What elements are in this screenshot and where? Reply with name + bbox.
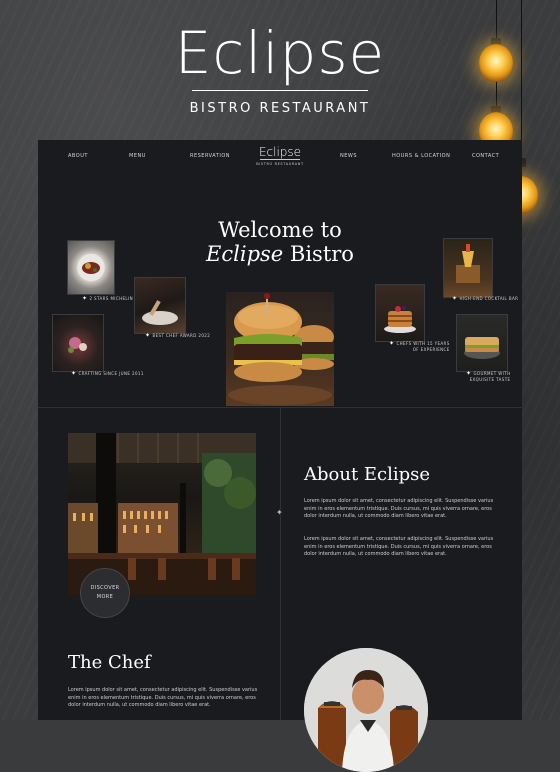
caption-text: HIGH-END COCKTAIL BAR — [459, 296, 519, 301]
hero-logo: Eclipse BISTRO RESTAURANT — [0, 18, 560, 116]
chef-paragraph-1: Lorem ipsum dolor sit amet, consectetur … — [68, 687, 258, 708]
feature-caption-cocktail-bar: ✦ HIGH-END COCKTAIL BAR — [452, 295, 518, 302]
hero-logo-rule — [192, 90, 368, 91]
about-title: About Eclipse — [304, 464, 431, 485]
discover-line2: MORE — [96, 594, 114, 600]
star-icon: ✦ — [452, 295, 458, 302]
welcome-line1: Welcome to — [218, 218, 342, 242]
welcome-italic: Eclipse — [206, 242, 284, 266]
caption-text: CRAFTING SINCE JUNE 2011 — [78, 371, 144, 376]
hero-logo-tagline: BISTRO RESTAURANT — [189, 101, 371, 116]
feature-caption-best-chef: ✦ BEST CHEF AWARD 2022 — [145, 332, 210, 339]
plating-illustration — [142, 300, 178, 325]
feature-caption-crafting: ✦ CRAFTING SINCE JUNE 2011 — [71, 370, 144, 377]
nav-item-about[interactable]: ABOUT — [68, 153, 88, 159]
nav-item-reservation[interactable]: RESERVATION — [190, 153, 230, 159]
cocktail-illustration — [456, 244, 480, 283]
feature-caption-michelin: ✦ 2 STARS MICHELIN — [82, 295, 133, 302]
welcome-line2: Eclipse Bistro — [188, 242, 372, 266]
nav-item-contact[interactable]: CONTACT — [472, 153, 499, 159]
dish-illustration — [82, 262, 100, 274]
section-divider-vertical — [280, 408, 281, 720]
website-mockup: ABOUT MENU RESERVATION Eclipse BISTRO RE… — [38, 140, 522, 772]
caption-text: GOURMET WITH — [473, 371, 511, 376]
feature-photo-plated-dish — [67, 240, 115, 295]
caption-text: BEST CHEF AWARD 2022 — [152, 333, 211, 338]
welcome-rest: Bistro — [283, 242, 354, 266]
star-icon: ✦ — [466, 370, 472, 377]
pancakes-illustration — [384, 306, 416, 333]
about-paragraph-1: Lorem ipsum dolor sit amet, consectetur … — [304, 498, 494, 519]
star-icon: ✦ — [82, 295, 88, 302]
chef-portrait-photo — [304, 648, 428, 772]
feature-caption-chefs-experience: ✦ CHEFS WITH 15 YEARS OF EXPERIENCE — [389, 340, 450, 352]
burger-illustration — [228, 293, 334, 405]
discover-more-button[interactable]: DISCOVER MORE — [80, 568, 130, 618]
nav-logo-rule — [260, 159, 300, 160]
nav-item-hours-location[interactable]: HOURS & LOCATION — [392, 153, 450, 159]
sandwich-illustration — [464, 337, 500, 359]
nav-item-news[interactable]: NEWS — [340, 153, 357, 159]
caption-text: 2 STARS MICHELIN — [89, 296, 134, 301]
star-icon: ✦ — [71, 370, 77, 377]
caption-text: CHEFS WITH 15 YEARS — [396, 341, 450, 346]
fine-dish-illustration — [68, 337, 87, 353]
chef-title: The Chef — [68, 652, 151, 673]
feature-photo-fine-dish — [52, 314, 104, 372]
about-paragraph-2: Lorem ipsum dolor sit amet, consectetur … — [304, 536, 494, 557]
divider-cross-icon: ✦ — [276, 508, 283, 517]
feature-photo-pancakes — [375, 284, 425, 342]
nav-logo-tagline: BISTRO RESTAURANT — [256, 161, 304, 166]
feature-photo-chef-plating — [134, 277, 186, 334]
caption-text-2: EXQUISITE TASTE — [469, 377, 511, 382]
nav-logo[interactable]: Eclipse BISTRO RESTAURANT — [256, 146, 304, 166]
feature-photo-sandwich — [456, 314, 508, 372]
feature-photo-cocktail — [443, 238, 493, 298]
nav-item-menu[interactable]: MENU — [129, 153, 146, 159]
top-nav: ABOUT MENU RESERVATION Eclipse BISTRO RE… — [38, 140, 522, 172]
nav-logo-name: Eclipse — [258, 145, 302, 159]
star-icon: ✦ — [145, 332, 151, 339]
welcome-heading: Welcome to Eclipse Bistro — [188, 218, 372, 266]
chef-illustration — [304, 648, 428, 772]
caption-text-2: OF EXPERIENCE — [412, 347, 450, 352]
star-icon: ✦ — [389, 340, 395, 347]
hero-burger-photo — [226, 292, 334, 406]
feature-caption-gourmet: ✦ GOURMET WITH EXQUISITE TASTE — [466, 370, 510, 382]
discover-line1: DISCOVER — [90, 585, 120, 591]
hero-logo-name: Eclipse — [174, 19, 386, 87]
